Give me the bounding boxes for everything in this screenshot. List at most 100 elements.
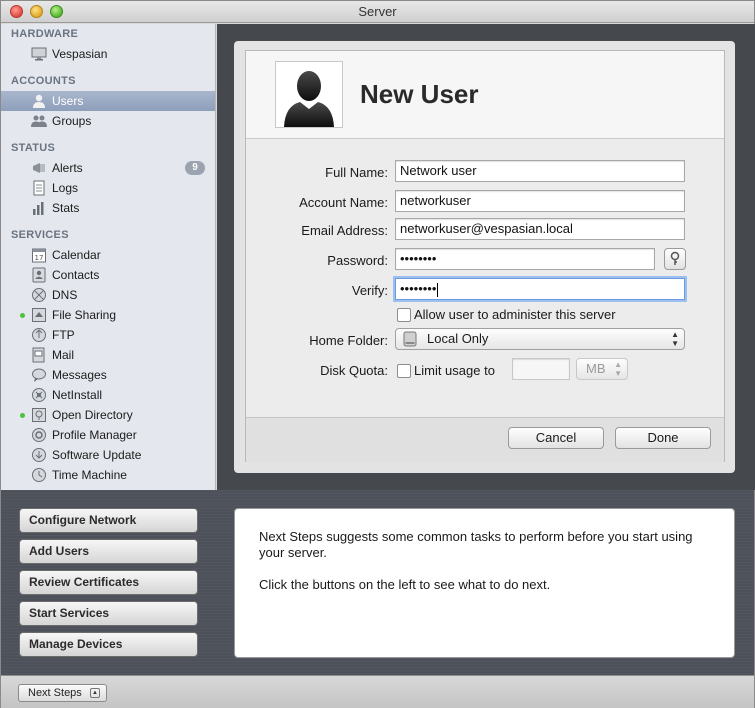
admin-checkbox[interactable] bbox=[397, 308, 411, 322]
updown-arrows-icon: ▲ ▼ bbox=[671, 330, 679, 348]
home-folder-value: Local Only bbox=[427, 331, 489, 346]
section-heading-accounts: ACCOUNTS bbox=[11, 75, 76, 87]
password-assistant-button[interactable] bbox=[664, 248, 686, 270]
home-folder-popup[interactable]: Local Only ▲ ▼ bbox=[395, 328, 685, 350]
quota-unit-popup[interactable]: MB ▲ ▼ bbox=[576, 358, 628, 380]
next-steps-toggle-button[interactable]: Next Steps ▲ bbox=[18, 684, 107, 702]
full-name-field[interactable]: Network user bbox=[395, 160, 685, 182]
email-address-field[interactable]: networkuser@vespasian.local bbox=[395, 218, 685, 240]
configure-network-button[interactable]: Configure Network bbox=[19, 508, 198, 533]
drive-icon bbox=[403, 331, 417, 347]
bar-chart-icon bbox=[33, 202, 44, 215]
running-status-dot bbox=[20, 313, 25, 318]
sidebar-item-messages[interactable]: Messages bbox=[1, 365, 215, 385]
sidebar-item-label: Contacts bbox=[52, 268, 100, 282]
sidebar-item-label: DNS bbox=[52, 288, 78, 302]
sidebar-item-netinstall[interactable]: NetInstall bbox=[1, 385, 215, 405]
new-user-form: Full Name: Network user Account Name: ne… bbox=[246, 140, 724, 417]
sidebar-item-label: Software Update bbox=[52, 448, 142, 462]
sidebar-item-label: Profile Manager bbox=[52, 428, 137, 442]
mail-icon bbox=[32, 347, 45, 363]
zoom-window-button[interactable] bbox=[50, 5, 63, 18]
verify-label: Verify: bbox=[351, 283, 388, 298]
admin-checkbox-label: Allow user to administer this server bbox=[414, 307, 616, 322]
sidebar-item-mail[interactable]: Mail bbox=[1, 345, 215, 365]
sidebar-item-label: Alerts bbox=[52, 161, 83, 175]
password-label: Password: bbox=[327, 253, 388, 268]
display-icon bbox=[31, 47, 47, 61]
limit-usage-label: Limit usage to bbox=[414, 363, 495, 378]
sidebar-item-label: Calendar bbox=[52, 248, 101, 262]
sidebar-item-time-machine[interactable]: Time Machine bbox=[1, 465, 215, 485]
ftp-icon bbox=[32, 328, 46, 342]
account-name-field[interactable]: networkuser bbox=[395, 190, 685, 212]
svg-text:17: 17 bbox=[35, 254, 44, 262]
updown-arrows-icon: ▲ ▼ bbox=[614, 360, 622, 378]
manage-devices-button[interactable]: Manage Devices bbox=[19, 632, 198, 657]
section-heading-status: STATUS bbox=[11, 142, 56, 154]
disclosure-arrow-icon: ▲ bbox=[90, 688, 100, 698]
done-button[interactable]: Done bbox=[615, 427, 711, 449]
sidebar-item-open-directory[interactable]: Open Directory bbox=[1, 405, 215, 425]
section-heading-services: SERVICES bbox=[11, 229, 69, 241]
sidebar-item-users[interactable]: Users bbox=[1, 91, 215, 111]
start-services-button[interactable]: Start Services bbox=[19, 601, 198, 626]
sidebar-item-label: NetInstall bbox=[52, 388, 103, 402]
verify-password-field[interactable]: •••••••• bbox=[395, 278, 685, 300]
sidebar-item-calendar[interactable]: 17 Calendar bbox=[1, 245, 215, 265]
sidebar-item-label: Groups bbox=[52, 114, 92, 128]
contacts-icon bbox=[32, 267, 46, 283]
help-text-intro: Next Steps suggests some common tasks to… bbox=[259, 529, 693, 560]
email-address-label: Email Address: bbox=[301, 223, 388, 238]
title-bar: Server bbox=[1, 1, 754, 23]
alerts-count-badge: 9 bbox=[185, 161, 205, 175]
sidebar-item-profile-manager[interactable]: Profile Manager bbox=[1, 425, 215, 445]
password-field[interactable]: •••••••• bbox=[395, 248, 655, 270]
sidebar-item-label: Vespasian bbox=[52, 47, 108, 61]
review-certificates-button[interactable]: Review Certificates bbox=[19, 570, 198, 595]
sidebar-item-dns[interactable]: DNS bbox=[1, 285, 215, 305]
sidebar-item-vespasian[interactable]: Vespasian bbox=[1, 44, 215, 64]
sidebar-item-alerts[interactable]: Alerts 9 bbox=[1, 158, 215, 178]
sidebar-item-contacts[interactable]: Contacts bbox=[1, 265, 215, 285]
sidebar-item-logs[interactable]: Logs bbox=[1, 178, 215, 198]
sidebar-item-file-sharing[interactable]: File Sharing bbox=[1, 305, 215, 325]
file-sharing-icon bbox=[32, 308, 46, 322]
user-picture-well[interactable] bbox=[275, 61, 343, 128]
dialog-title: New User bbox=[360, 79, 479, 109]
cancel-button[interactable]: Cancel bbox=[508, 427, 604, 449]
home-folder-label: Home Folder: bbox=[309, 333, 388, 348]
software-update-icon bbox=[32, 448, 46, 462]
window-title: Server bbox=[358, 4, 397, 19]
sidebar-item-software-update[interactable]: Software Update bbox=[1, 445, 215, 465]
disk-quota-label: Disk Quota: bbox=[320, 363, 388, 378]
limit-usage-checkbox[interactable] bbox=[397, 364, 411, 378]
calendar-icon: 17 bbox=[32, 248, 46, 263]
messages-icon bbox=[32, 368, 46, 382]
megaphone-icon bbox=[33, 163, 45, 173]
minimize-window-button[interactable] bbox=[30, 5, 43, 18]
next-steps-toggle-label: Next Steps bbox=[28, 687, 82, 699]
running-status-dot bbox=[20, 413, 25, 418]
text-cursor bbox=[437, 282, 439, 297]
user-silhouette-icon bbox=[284, 71, 334, 127]
sidebar-item-ftp[interactable]: FTP bbox=[1, 325, 215, 345]
quota-size-field[interactable] bbox=[512, 358, 570, 380]
netinstall-icon bbox=[32, 388, 46, 402]
user-icon bbox=[33, 94, 45, 108]
sidebar-item-label: Logs bbox=[52, 181, 79, 195]
sidebar-item-label: Mail bbox=[52, 348, 75, 362]
sidebar-item-label: Open Directory bbox=[52, 408, 133, 422]
sidebar-item-label: Users bbox=[52, 94, 84, 108]
time-machine-icon bbox=[32, 468, 46, 482]
open-directory-icon bbox=[32, 408, 46, 422]
verify-password-value: •••••••• bbox=[400, 281, 437, 296]
sidebar-item-stats[interactable]: Stats bbox=[1, 198, 215, 218]
sidebar-item-label: Time Machine bbox=[52, 468, 127, 482]
help-text-instructions: Click the buttons on the left to see wha… bbox=[259, 577, 551, 592]
group-icon bbox=[31, 115, 47, 127]
sidebar-item-groups[interactable]: Groups bbox=[1, 111, 215, 131]
close-window-button[interactable] bbox=[10, 5, 23, 18]
add-users-button[interactable]: Add Users bbox=[19, 539, 198, 564]
sidebar-item-label: File Sharing bbox=[52, 308, 117, 322]
